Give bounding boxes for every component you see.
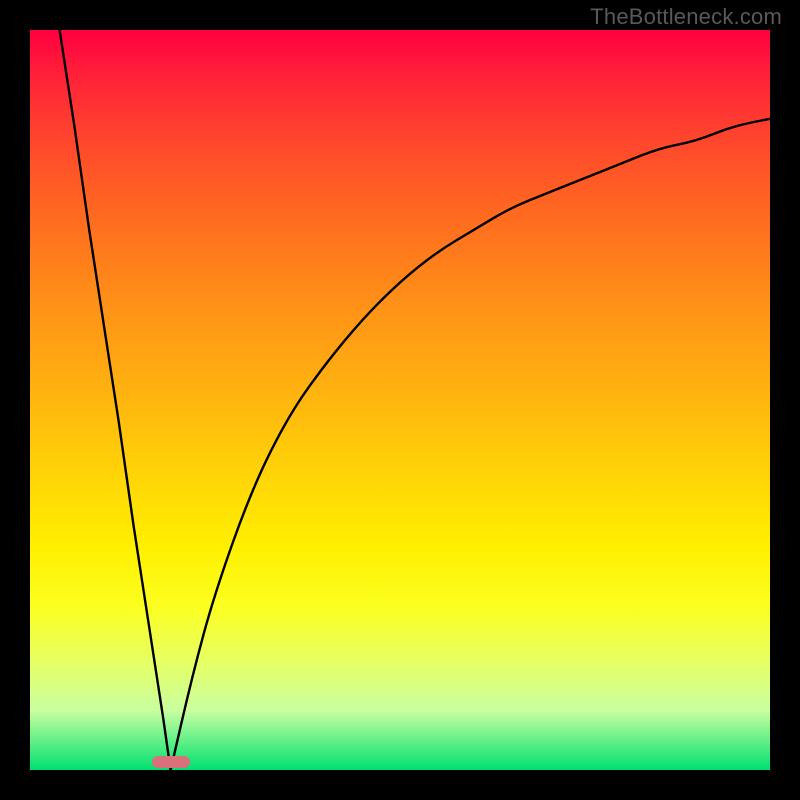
curve-right-branch [171, 119, 770, 770]
chart-frame: TheBottleneck.com [0, 0, 800, 800]
curve-layer [0, 0, 800, 800]
curve-left-branch [60, 30, 171, 770]
minimum-marker [152, 756, 190, 768]
